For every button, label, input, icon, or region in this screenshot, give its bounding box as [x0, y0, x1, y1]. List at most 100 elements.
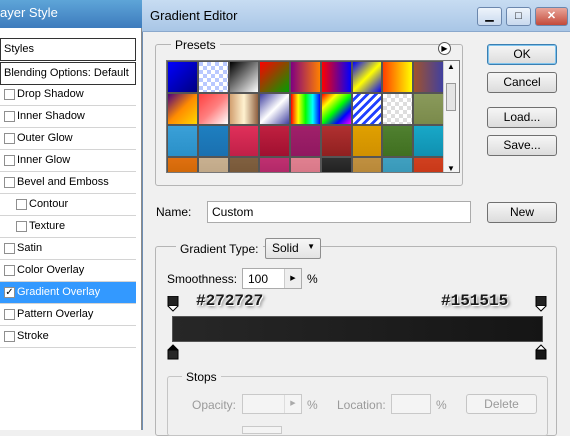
preset-swatch[interactable]: [351, 61, 383, 93]
preset-swatch[interactable]: [259, 93, 291, 125]
preset-swatch[interactable]: [167, 125, 198, 157]
scroll-up-icon[interactable]: ▲: [447, 62, 455, 71]
opacity-arrow-icon[interactable]: ▶: [284, 395, 301, 413]
presets-label: Presets: [171, 38, 220, 52]
checkbox-checked-icon[interactable]: ✓: [4, 287, 15, 298]
layer-style-item[interactable]: ✓ Gradient Overlay: [0, 282, 136, 304]
preset-swatch[interactable]: [228, 125, 260, 157]
color-input-partial[interactable]: [242, 426, 282, 434]
layer-style-item-label: Inner Shadow: [17, 110, 85, 122]
layer-style-item[interactable]: Inner Shadow: [0, 106, 136, 128]
location-input[interactable]: [391, 394, 431, 414]
location-percent: %: [436, 398, 447, 412]
layer-style-item[interactable]: Bevel and Emboss: [0, 172, 136, 194]
preset-swatch[interactable]: [290, 61, 321, 93]
checkbox-icon[interactable]: [4, 331, 15, 342]
opacity-input[interactable]: ▶: [242, 394, 302, 414]
checkbox-icon[interactable]: [4, 243, 15, 254]
load-button[interactable]: Load...: [487, 107, 557, 128]
preset-swatch[interactable]: [197, 125, 229, 157]
checkbox-icon[interactable]: [4, 89, 15, 100]
save-button[interactable]: Save...: [487, 135, 557, 156]
name-input[interactable]: Custom: [207, 201, 471, 223]
layer-style-item[interactable]: Stroke: [0, 326, 136, 348]
opacity-stop-left-icon[interactable]: [167, 295, 179, 312]
ok-button[interactable]: OK: [487, 44, 557, 65]
preset-swatch[interactable]: [320, 93, 352, 125]
preset-swatch[interactable]: [413, 61, 444, 93]
layer-style-item[interactable]: Outer Glow: [0, 128, 136, 150]
preset-swatch[interactable]: [290, 125, 321, 157]
preset-swatch[interactable]: [413, 157, 444, 172]
preset-swatch[interactable]: [259, 61, 291, 93]
minimize-button[interactable]: ▁: [477, 7, 502, 26]
preset-swatch[interactable]: [351, 93, 383, 125]
checkbox-icon[interactable]: [4, 309, 15, 320]
preset-swatch[interactable]: [382, 93, 414, 125]
preset-swatch[interactable]: [167, 157, 198, 172]
dialog-title: Gradient Editor: [150, 8, 238, 23]
gradient-type-select[interactable]: Solid ▼: [265, 238, 321, 259]
presets-menu-icon[interactable]: ▶: [438, 42, 451, 55]
preset-swatch[interactable]: [320, 125, 352, 157]
scroll-thumb[interactable]: [446, 83, 456, 111]
preset-swatch[interactable]: [413, 93, 444, 125]
delete-button[interactable]: Delete: [466, 394, 537, 414]
preset-swatch[interactable]: [167, 93, 198, 125]
preset-swatch[interactable]: [382, 157, 414, 172]
color-stop-right-icon[interactable]: [535, 344, 547, 360]
checkbox-icon[interactable]: [4, 265, 15, 276]
preset-swatch[interactable]: [167, 61, 198, 93]
preset-swatch[interactable]: [320, 157, 352, 172]
checkbox-icon[interactable]: [16, 199, 27, 210]
preset-swatch[interactable]: [382, 125, 414, 157]
smoothness-value: 100: [248, 272, 269, 286]
checkbox-icon[interactable]: [4, 155, 15, 166]
layer-style-item-label: Gradient Overlay: [17, 286, 101, 298]
layer-style-item[interactable]: Inner Glow: [0, 150, 136, 172]
layer-style-item[interactable]: Satin: [0, 238, 136, 260]
smoothness-arrow-icon[interactable]: ▶: [284, 269, 301, 288]
preset-swatch[interactable]: [259, 157, 291, 172]
preset-swatch[interactable]: [351, 125, 383, 157]
smoothness-input[interactable]: 100 ▶: [242, 268, 302, 289]
checkbox-icon[interactable]: [4, 111, 15, 122]
close-button[interactable]: ✕: [535, 7, 568, 26]
preset-swatch[interactable]: [320, 61, 352, 93]
preset-swatch[interactable]: [290, 157, 321, 172]
preset-swatch[interactable]: [259, 125, 291, 157]
presets-scrollbar[interactable]: ▲ ▼: [443, 61, 459, 172]
layer-style-item[interactable]: Color Overlay: [0, 260, 136, 282]
color-stop-left-icon[interactable]: [167, 344, 179, 360]
preset-swatch[interactable]: [197, 93, 229, 125]
layer-style-item[interactable]: Pattern Overlay: [0, 304, 136, 326]
new-button[interactable]: New: [487, 202, 557, 223]
cancel-button[interactable]: Cancel: [487, 72, 557, 93]
checkbox-icon[interactable]: [16, 221, 27, 232]
preset-swatch[interactable]: [197, 157, 229, 172]
gradient-bar[interactable]: [172, 316, 543, 342]
preset-swatch[interactable]: [228, 61, 260, 93]
layer-style-item-label: Drop Shadow: [17, 88, 84, 100]
opacity-stop-right-icon[interactable]: [535, 295, 547, 312]
checkbox-icon[interactable]: [4, 177, 15, 188]
layer-style-item[interactable]: Contour: [0, 194, 136, 216]
layer-style-title: ayer Style: [0, 0, 142, 28]
preset-swatch[interactable]: [228, 93, 260, 125]
preset-swatch[interactable]: [228, 157, 260, 172]
preset-swatch[interactable]: [413, 125, 444, 157]
scroll-down-icon[interactable]: ▼: [447, 164, 455, 172]
blending-options[interactable]: Blending Options: Default: [0, 62, 136, 85]
styles-header[interactable]: Styles: [0, 38, 136, 61]
checkbox-icon[interactable]: [4, 133, 15, 144]
maximize-button[interactable]: □: [506, 7, 531, 26]
preset-swatch[interactable]: [351, 157, 383, 172]
layer-style-item[interactable]: Texture: [0, 216, 136, 238]
preset-swatch[interactable]: [382, 61, 414, 93]
layer-style-item-label: Texture: [29, 220, 66, 232]
opacity-percent: %: [307, 398, 318, 412]
preset-swatch[interactable]: [290, 93, 321, 125]
preset-swatch[interactable]: [197, 61, 229, 93]
layer-style-item[interactable]: Drop Shadow: [0, 84, 136, 106]
minimize-icon: ▁: [485, 10, 494, 22]
